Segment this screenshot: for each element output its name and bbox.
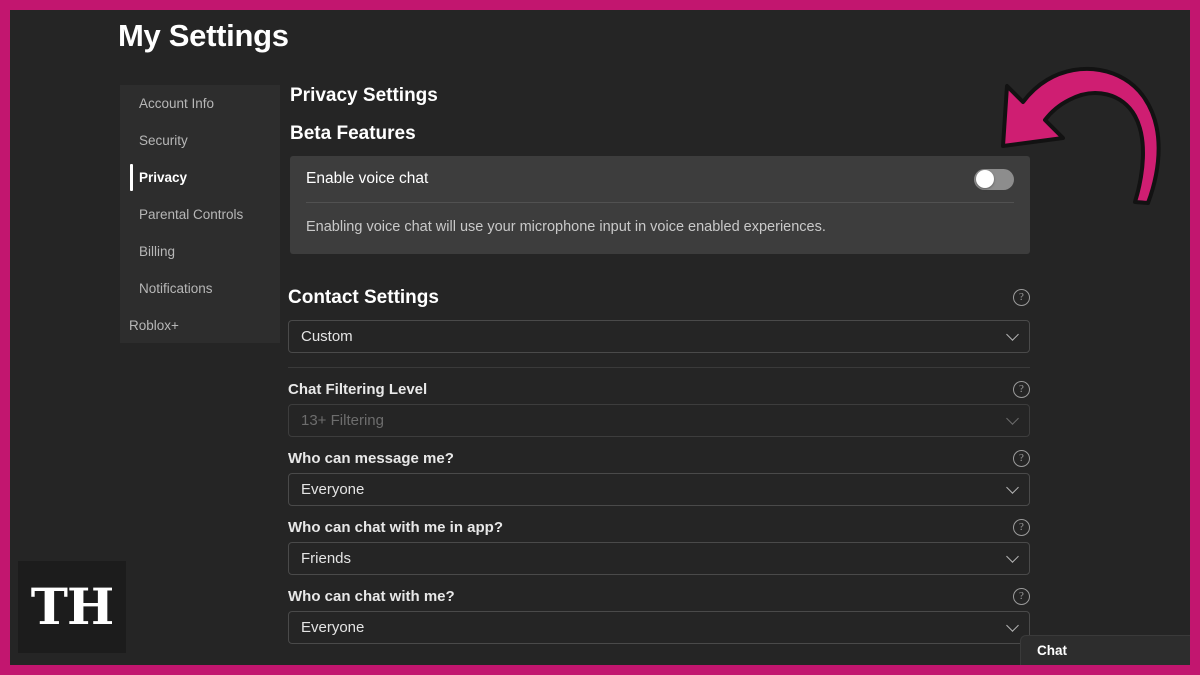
chat-bar[interactable]: Chat — [1020, 635, 1190, 665]
section-divider — [288, 367, 1030, 368]
field-header: Who can chat with me in app? ? — [288, 519, 1030, 536]
field-who-can-chat-with-me: Who can chat with me? ? Everyone — [288, 588, 1030, 644]
who-can-chat-with-me-in-app-dropdown[interactable]: Friends — [288, 542, 1030, 575]
settings-sidebar: Account Info Security Privacy Parental C… — [120, 85, 280, 343]
main-content: Privacy Settings Beta Features Enable vo… — [280, 85, 1050, 644]
field-label: Who can chat with me in app? — [288, 519, 503, 536]
sidebar-item-account-info[interactable]: Account Info — [120, 85, 280, 122]
sidebar-item-roblox-plus[interactable]: Roblox+ — [120, 307, 280, 344]
sidebar-item-notifications[interactable]: Notifications — [120, 270, 280, 307]
who-can-chat-with-me-dropdown[interactable]: Everyone — [288, 611, 1030, 644]
field-chat-filtering-level: Chat Filtering Level ? 13+ Filtering — [288, 381, 1030, 437]
help-icon[interactable]: ? — [1013, 588, 1030, 605]
dropdown-value: Friends — [301, 550, 351, 567]
chat-filtering-level-dropdown[interactable]: 13+ Filtering — [288, 404, 1030, 437]
privacy-settings-heading: Privacy Settings — [290, 85, 1050, 107]
dropdown-value: Everyone — [301, 481, 364, 498]
voice-chat-label: Enable voice chat — [306, 170, 428, 188]
app-viewport: My Settings Account Info Security Privac… — [10, 10, 1190, 665]
field-who-can-chat-with-me-in-app: Who can chat with me in app? ? Friends — [288, 519, 1030, 575]
dropdown-value: 13+ Filtering — [301, 412, 384, 429]
sidebar-item-billing[interactable]: Billing — [120, 233, 280, 270]
chevron-down-icon — [1006, 550, 1019, 563]
chevron-down-icon — [1006, 619, 1019, 632]
field-label: Chat Filtering Level — [288, 381, 427, 398]
watermark-text: TH — [31, 582, 113, 632]
field-header: Chat Filtering Level ? — [288, 381, 1030, 398]
chevron-down-icon — [1006, 328, 1019, 341]
sidebar-item-label: Notifications — [139, 281, 213, 296]
sidebar-item-label: Billing — [139, 244, 175, 259]
field-header: Who can chat with me? ? — [288, 588, 1030, 605]
chevron-down-icon — [1006, 412, 1019, 425]
sidebar-item-security[interactable]: Security — [120, 122, 280, 159]
who-can-message-me-dropdown[interactable]: Everyone — [288, 473, 1030, 506]
sidebar-item-label: Security — [139, 133, 188, 148]
field-label: Who can chat with me? — [288, 588, 455, 605]
toggle-knob-icon — [976, 170, 994, 188]
contact-preset-value: Custom — [301, 328, 353, 345]
field-label: Who can message me? — [288, 450, 454, 467]
annotation-frame: My Settings Account Info Security Privac… — [0, 0, 1200, 675]
sidebar-item-label: Privacy — [139, 170, 187, 185]
chevron-down-icon — [1006, 481, 1019, 494]
voice-chat-row: Enable voice chat — [306, 156, 1014, 203]
contact-settings-heading: Contact Settings — [288, 287, 439, 309]
help-icon[interactable]: ? — [1013, 519, 1030, 536]
contact-preset-dropdown[interactable]: Custom — [288, 320, 1030, 353]
voice-chat-card: Enable voice chat Enabling voice chat wi… — [290, 156, 1030, 254]
contact-settings-header: Contact Settings ? — [288, 287, 1030, 309]
contact-settings-section: Contact Settings ? Custom Chat Filtering… — [288, 287, 1030, 644]
field-header: Who can message me? ? — [288, 450, 1030, 467]
sidebar-item-parental-controls[interactable]: Parental Controls — [120, 196, 280, 233]
voice-chat-description: Enabling voice chat will use your microp… — [306, 203, 1014, 254]
watermark-logo: TH — [18, 561, 126, 653]
dropdown-value: Everyone — [301, 619, 364, 636]
field-who-can-message-me: Who can message me? ? Everyone — [288, 450, 1030, 506]
help-icon[interactable]: ? — [1013, 289, 1030, 306]
sidebar-item-label: Parental Controls — [139, 207, 243, 222]
help-icon[interactable]: ? — [1013, 450, 1030, 467]
voice-chat-toggle[interactable] — [974, 169, 1014, 190]
sidebar-item-privacy[interactable]: Privacy — [120, 159, 280, 196]
beta-features-heading: Beta Features — [290, 123, 1050, 145]
help-icon[interactable]: ? — [1013, 381, 1030, 398]
chat-bar-label: Chat — [1037, 643, 1067, 658]
page-title: My Settings — [118, 18, 289, 54]
sidebar-item-label: Account Info — [139, 96, 214, 111]
sidebar-item-label: Roblox+ — [129, 318, 179, 333]
